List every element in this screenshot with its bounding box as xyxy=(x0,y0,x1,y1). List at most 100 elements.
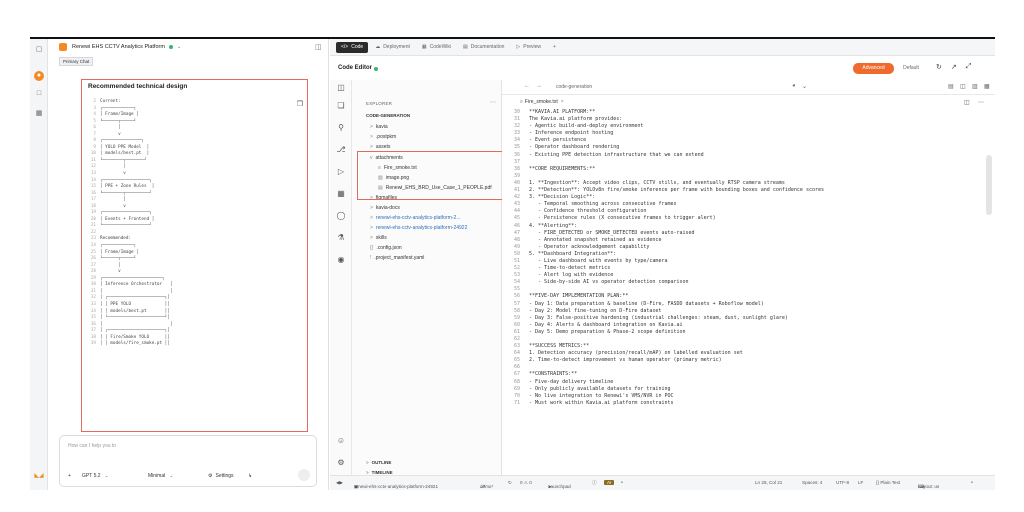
status-problems[interactable]: 0 ⚠ 0 xyxy=(520,480,532,486)
code-line: 40 1. **Ingestion**: Accept video clips, … xyxy=(506,180,824,187)
tree-item[interactable]: > kavia-docs xyxy=(370,205,400,211)
testing-icon[interactable]: ⚗ xyxy=(335,232,347,244)
file-tab[interactable]: ≡ Fire_smoke.txt × xyxy=(520,99,564,105)
tree-item-label: skills xyxy=(375,235,387,241)
run-debug-icon[interactable]: ▷ xyxy=(335,166,347,178)
tree-item[interactable]: {} .config.json xyxy=(370,245,402,251)
layout-right-icon[interactable]: ▥ xyxy=(972,83,978,90)
status-eol[interactable]: LF xyxy=(858,480,863,485)
line-text: - Inference endpoint hosting xyxy=(529,130,614,137)
line-number: 43 xyxy=(513,201,520,208)
sidebar-toggle-icon[interactable]: ◫ xyxy=(335,82,347,94)
status-encoding[interactable]: UTF-8 xyxy=(836,480,849,485)
tab-primary-chat[interactable]: Primary Chat xyxy=(59,57,94,66)
tab-preview[interactable]: ▷ Preview xyxy=(511,42,546,53)
default-button[interactable]: Default xyxy=(898,63,924,74)
line-number: 42 xyxy=(513,194,520,201)
external-link-icon[interactable]: ↗ xyxy=(951,63,957,71)
line-number: 33 xyxy=(513,130,520,137)
status-ai-badge[interactable]: AI xyxy=(604,480,615,485)
account-icon[interactable]: ☺ xyxy=(335,435,347,447)
chat-input-box[interactable]: How can I help you to + GPT 5.2 ⌄ Minimal… xyxy=(59,435,317,487)
copy-icon[interactable]: ❐ xyxy=(297,100,303,108)
scrollbar[interactable] xyxy=(986,155,992,215)
chevron-down-icon[interactable]: ⌄ xyxy=(802,83,807,90)
remote-indicator-icon[interactable]: ◀▶ xyxy=(336,480,343,486)
address-bar: ← → code-generation ◕ ⌄ ▤ ◫ ▥ ▦ xyxy=(502,80,995,95)
tab-deployment[interactable]: ☁ Deployment xyxy=(370,42,415,53)
code-editor[interactable]: ≡ Fire_smoke.txt × ◫ ⋯ 30 **KAVIA.AI PLATFO… xyxy=(502,95,995,475)
line-number: 32 xyxy=(513,123,520,130)
line-text: │ Frame/Image │ xyxy=(100,112,139,118)
tree-item[interactable]: > kavia xyxy=(370,124,388,130)
line-number: 45 xyxy=(513,215,520,222)
code-line: 58 - Day 2: Model fine-tuning on D-Fire d… xyxy=(506,308,824,315)
bell-icon[interactable]: ⚬ xyxy=(620,480,624,486)
tree-item[interactable]: > renewi-ehs-cctv-analytics-platform-2... xyxy=(370,215,460,221)
path-input[interactable]: code-generation xyxy=(552,83,787,92)
line-text: **CORE REQUIREMENTS:** xyxy=(529,165,596,172)
docker-icon[interactable]: ◉ xyxy=(335,254,347,266)
line-text: └──────────────────┘ xyxy=(100,223,152,229)
gear-icon[interactable]: ⚙ xyxy=(335,457,347,469)
files-icon[interactable]: ❏ xyxy=(335,100,347,112)
copilot-icon[interactable]: ◕ xyxy=(792,83,796,89)
branch-icon[interactable]: ↳ xyxy=(248,471,252,481)
mode-select[interactable]: Minimal ⌄ xyxy=(148,471,173,481)
line-text: **FIVE-DAY IMPLEMENTATION PLAN:** xyxy=(529,293,629,300)
forward-icon[interactable]: → xyxy=(536,83,542,89)
line-text: ┌────────────┐ xyxy=(100,243,137,249)
tree-item-label: .config.json xyxy=(376,245,402,251)
status-language[interactable]: {} Plain Text xyxy=(876,480,900,485)
line-text: └──────┬─────┘ xyxy=(100,118,137,124)
sync-icon[interactable]: ↻ xyxy=(508,480,512,486)
refresh-icon[interactable]: ↻ xyxy=(936,63,942,71)
tab-documentation[interactable]: ▤ Documentation xyxy=(458,42,509,53)
panel-toggle-icon[interactable]: ◫ xyxy=(315,43,322,51)
chat-icon[interactable]: □ xyxy=(34,89,44,99)
source-control-icon[interactable]: ⎇ xyxy=(335,144,347,156)
status-spaces[interactable]: Spaces: 4 xyxy=(802,480,822,485)
extensions-icon[interactable]: ▦ xyxy=(335,188,347,200)
close-icon[interactable]: × xyxy=(561,99,564,105)
chevron-down-icon[interactable]: ⌄ xyxy=(177,44,182,50)
outline-section[interactable]: > OUTLINE xyxy=(366,460,391,465)
box-icon[interactable]: ▢ xyxy=(34,45,44,55)
notifications-icon[interactable]: ⚬ xyxy=(970,480,974,486)
status-position[interactable]: Ln 25, Col 21 xyxy=(755,480,782,485)
code-line: 37 xyxy=(506,159,824,166)
tree-item[interactable]: > renewi-ehs-cctv-analytics-platform-2492… xyxy=(370,225,467,231)
explorer-root[interactable]: CODE-GENERATION xyxy=(366,113,410,118)
split-editor-icon[interactable]: ◫ xyxy=(964,99,970,106)
expand-icon[interactable]: ⤢ xyxy=(966,63,972,71)
advanced-button[interactable]: Advanced xyxy=(853,63,894,74)
layout-sidebar-icon[interactable]: ▤ xyxy=(948,83,954,90)
grid-icon[interactable]: ▦ xyxy=(34,109,44,119)
search-icon[interactable]: ⚲ xyxy=(335,122,347,134)
more-icon[interactable]: ⋯ xyxy=(490,99,496,106)
chat-input[interactable]: How can I help you to xyxy=(68,443,116,449)
layout-grid-icon[interactable]: ▦ xyxy=(984,83,990,90)
back-icon[interactable]: ← xyxy=(524,83,530,89)
layout-panel-icon[interactable]: ◫ xyxy=(960,83,966,90)
add-icon[interactable]: + xyxy=(68,471,71,481)
orange-circle-icon[interactable]: ● xyxy=(34,71,44,81)
code-line: 62 xyxy=(506,336,824,343)
send-button[interactable] xyxy=(298,469,310,481)
more-icon[interactable]: ⋯ xyxy=(978,99,984,106)
chevron-down-icon: ⌄ xyxy=(169,473,174,479)
tree-item[interactable]: > assets xyxy=(370,144,390,150)
remote-icon[interactable]: ◯ xyxy=(335,210,347,222)
line-number: 61 xyxy=(513,328,520,335)
tab-code[interactable]: </> Code xyxy=(336,41,369,53)
tree-item[interactable]: ! .project_manifest.yaml xyxy=(370,255,424,261)
line-text: │ PPE + Zone Rules │ xyxy=(100,184,155,190)
line-text: ┌──────────────────┐ xyxy=(100,177,152,183)
tab-codewiki[interactable]: ▦ CodeWiki xyxy=(417,42,456,53)
model-select[interactable]: GPT 5.2 ⌄ xyxy=(82,471,109,481)
settings-button[interactable]: ⚙ Settings xyxy=(208,471,234,481)
tab-add[interactable]: + xyxy=(548,42,561,53)
tree-item[interactable]: > .postpkm xyxy=(370,134,396,140)
tree-item[interactable]: > skills xyxy=(370,235,387,241)
code-content[interactable]: 30 **KAVIA.AI PLATFORM:** 31 The Kavia.ai p… xyxy=(506,109,824,407)
